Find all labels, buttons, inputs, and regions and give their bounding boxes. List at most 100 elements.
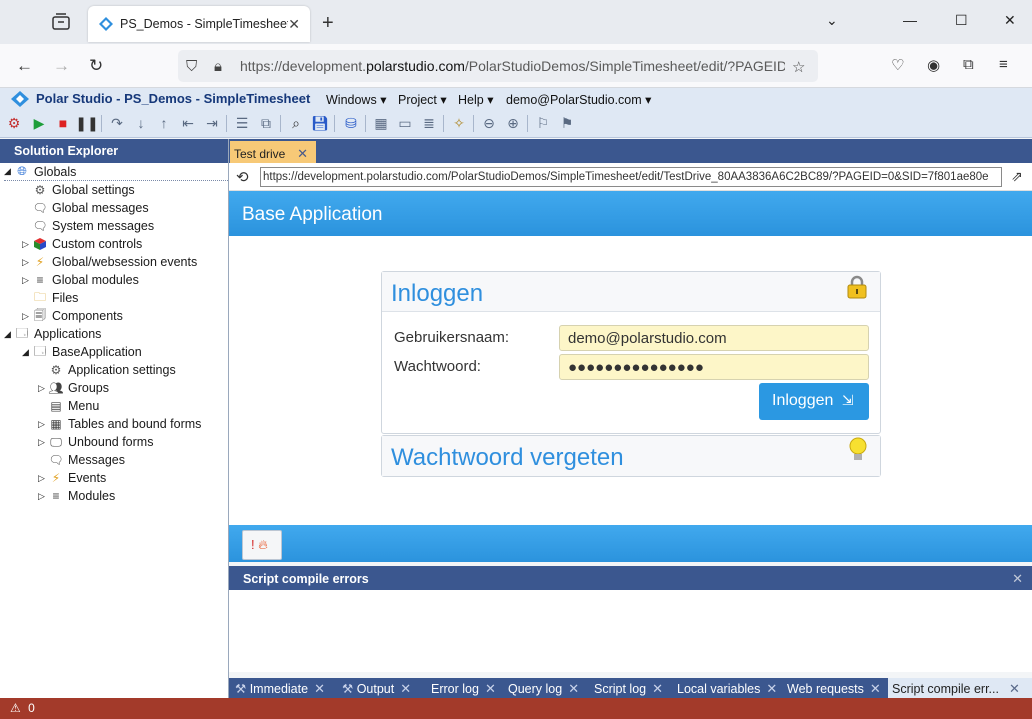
tab-script-compile-errors[interactable]: Script compile err... ✕ xyxy=(888,678,1032,699)
reload-icon[interactable]: ↻ xyxy=(89,56,103,76)
tree-item-global-websession-events[interactable]: ▷ ⚡︎ Global/websession events xyxy=(22,253,197,271)
tree-item-files[interactable]: 🗀 Files xyxy=(32,289,78,307)
stop-icon[interactable]: ■ xyxy=(54,114,72,132)
forgot-password-header[interactable]: Wachtwoord vergeten xyxy=(382,436,880,476)
expand-icon[interactable]: ▷ xyxy=(38,473,48,484)
password-field[interactable]: ●●●●●●●●●●●●●●● xyxy=(559,354,869,380)
test-drive-url-field[interactable]: https://development.polarstudio.com/Pola… xyxy=(260,167,1002,187)
run-icon[interactable]: ▶ xyxy=(30,114,48,132)
bookmark-prev-icon[interactable]: ⚐ xyxy=(534,114,552,132)
refresh-icon[interactable]: ⟲ xyxy=(236,168,249,186)
tab-error-log[interactable]: Error log ✕ xyxy=(431,678,496,699)
tree-item-modules[interactable]: ▷ ≡ Modules xyxy=(38,487,115,505)
shield-icon[interactable]: ⛉ xyxy=(186,58,197,75)
table-icon[interactable]: ▦ xyxy=(372,114,390,132)
close-tab-icon[interactable]: ✕ xyxy=(870,681,881,696)
close-tab-icon[interactable]: ✕ xyxy=(297,146,308,162)
tab-local-variables[interactable]: Local variables ✕ xyxy=(677,678,777,699)
username-field[interactable]: demo@polarstudio.com xyxy=(559,325,869,351)
magic-wand-icon[interactable]: ✧ xyxy=(450,114,468,132)
tree-item-events[interactable]: ▷ ⚡︎ Events xyxy=(38,469,106,487)
tree-item-global-messages[interactable]: 🗨︎ Global messages xyxy=(32,199,148,217)
browser-tab[interactable]: PS_Demos - SimpleTimesheet - ✕ xyxy=(88,6,310,42)
step-out-icon[interactable]: ↑ xyxy=(155,114,173,132)
bookmark-star-icon[interactable]: ☆ xyxy=(792,58,805,76)
tree-item-baseapplication[interactable]: ◢ 🗔 BaseApplication xyxy=(22,343,142,361)
tree-item-globals[interactable]: ◢ 🌐︎ Globals xyxy=(4,163,228,181)
menu-project[interactable]: Project ▾ xyxy=(398,92,447,107)
pin-icon[interactable]: ⚒ xyxy=(342,682,353,696)
step-into-icon[interactable]: ↓ xyxy=(132,114,150,132)
close-tab-icon[interactable]: ✕ xyxy=(652,681,663,696)
step-over-icon[interactable]: ↷ xyxy=(108,114,126,132)
tab-test-drive[interactable]: Test drive ✕ xyxy=(230,141,316,163)
layout-icon[interactable]: ☰ xyxy=(233,114,251,132)
nav-back-icon[interactable]: ⊖ xyxy=(480,114,498,132)
url-bar[interactable]: ⛉ 🔒︎ https://development.polarstudio.com… xyxy=(178,50,818,82)
menu-help[interactable]: Help ▾ xyxy=(458,92,493,107)
collapse-icon[interactable]: ◢ xyxy=(22,347,32,358)
close-tab-icon[interactable]: ✕ xyxy=(314,681,325,696)
maximize-icon[interactable]: ☐ xyxy=(955,12,968,29)
indent-icon[interactable]: ⇤ xyxy=(179,114,197,132)
database-icon[interactable]: ⛁ xyxy=(342,114,360,132)
window-close-icon[interactable]: ✕ xyxy=(1004,12,1016,29)
tree-item-global-modules[interactable]: ▷ ≡ Global modules xyxy=(22,271,139,289)
expand-icon[interactable]: ▷ xyxy=(22,311,32,322)
expand-icon[interactable]: ▷ xyxy=(38,383,48,394)
expand-icon[interactable]: ▷ xyxy=(38,491,48,502)
forward-icon[interactable]: → xyxy=(53,56,70,76)
close-tab-icon[interactable]: ✕ xyxy=(288,16,300,33)
url-text[interactable]: https://development.polarstudio.com/Pola… xyxy=(240,58,785,74)
minimize-icon[interactable]: — xyxy=(903,12,917,28)
tree-item-components[interactable]: ▷ 🗐 Components xyxy=(22,307,123,325)
error-button[interactable]: ! 🔥︎ xyxy=(242,530,282,560)
tab-query-log[interactable]: Query log ✕ xyxy=(508,678,579,699)
account-icon[interactable]: ◉ xyxy=(927,56,940,74)
pocket-icon[interactable]: ♡ xyxy=(891,56,904,74)
collapse-icon[interactable]: ◢ xyxy=(4,329,14,340)
tab-immediate[interactable]: ⚒ Immediate ✕ xyxy=(235,678,325,699)
tree-item-menu[interactable]: ▤ Menu xyxy=(48,397,99,415)
expand-icon[interactable]: ▷ xyxy=(22,257,32,268)
monitor-icon[interactable]: ▭ xyxy=(396,114,414,132)
outdent-icon[interactable]: ⇥ xyxy=(203,114,221,132)
close-panel-icon[interactable]: ✕ xyxy=(1012,571,1023,587)
debug-target-icon[interactable]: ⚙ xyxy=(5,114,23,132)
pause-icon[interactable]: ❚❚ xyxy=(75,114,98,132)
expand-icon[interactable]: ▷ xyxy=(22,239,32,250)
expand-icon[interactable]: ▷ xyxy=(38,437,48,448)
bookmark-next-icon[interactable]: ⚑ xyxy=(558,114,576,132)
close-tab-icon[interactable]: ✕ xyxy=(400,681,411,696)
close-tab-icon[interactable]: ✕ xyxy=(485,681,496,696)
pin-icon[interactable]: ⚒ xyxy=(235,682,246,696)
save-icon[interactable]: 💾︎ xyxy=(311,114,329,132)
tree-item-messages[interactable]: 🗨︎ Messages xyxy=(48,451,125,469)
expand-icon[interactable]: ▷ xyxy=(22,275,32,286)
tree-item-unbound-forms[interactable]: ▷ 🖵 Unbound forms xyxy=(38,433,153,451)
menu-windows[interactable]: Windows ▾ xyxy=(326,92,386,107)
preview-icon[interactable]: ⧉ xyxy=(257,114,275,132)
search-icon[interactable]: ⌕ xyxy=(287,114,305,132)
extensions-icon[interactable]: ⧉ xyxy=(963,56,974,73)
menu-user[interactable]: demo@PolarStudio.com ▾ xyxy=(506,92,651,107)
tree-item-application-settings[interactable]: ⚙ Application settings xyxy=(48,361,176,379)
tree-item-global-settings[interactable]: ⚙ Global settings xyxy=(32,181,135,199)
close-tab-icon[interactable]: ✕ xyxy=(1009,681,1020,696)
tab-web-requests[interactable]: Web requests ✕ xyxy=(787,678,881,699)
app-menu-icon[interactable]: ≡ xyxy=(999,56,1008,73)
forgot-password-panel[interactable]: Wachtwoord vergeten xyxy=(381,435,881,477)
collapse-icon[interactable]: ◢ xyxy=(4,166,14,177)
warning-icon[interactable]: ⚠ xyxy=(10,701,21,715)
open-external-icon[interactable]: ⇗ xyxy=(1011,168,1023,185)
text-lines-icon[interactable]: ≣ xyxy=(420,114,438,132)
lock-icon[interactable]: 🔒︎ xyxy=(214,58,222,75)
tree-item-applications[interactable]: ◢ 🗔 Applications xyxy=(4,325,101,343)
tree-item-system-messages[interactable]: 🗨︎ System messages xyxy=(32,217,154,235)
expand-icon[interactable]: ▷ xyxy=(38,419,48,430)
close-tab-icon[interactable]: ✕ xyxy=(766,681,777,696)
back-icon[interactable]: ← xyxy=(16,56,33,76)
tree-item-tables-and-bound-forms[interactable]: ▷ ▦ Tables and bound forms xyxy=(38,415,201,433)
new-tab-icon[interactable]: + xyxy=(322,12,334,35)
tab-overview-icon[interactable] xyxy=(50,12,72,32)
